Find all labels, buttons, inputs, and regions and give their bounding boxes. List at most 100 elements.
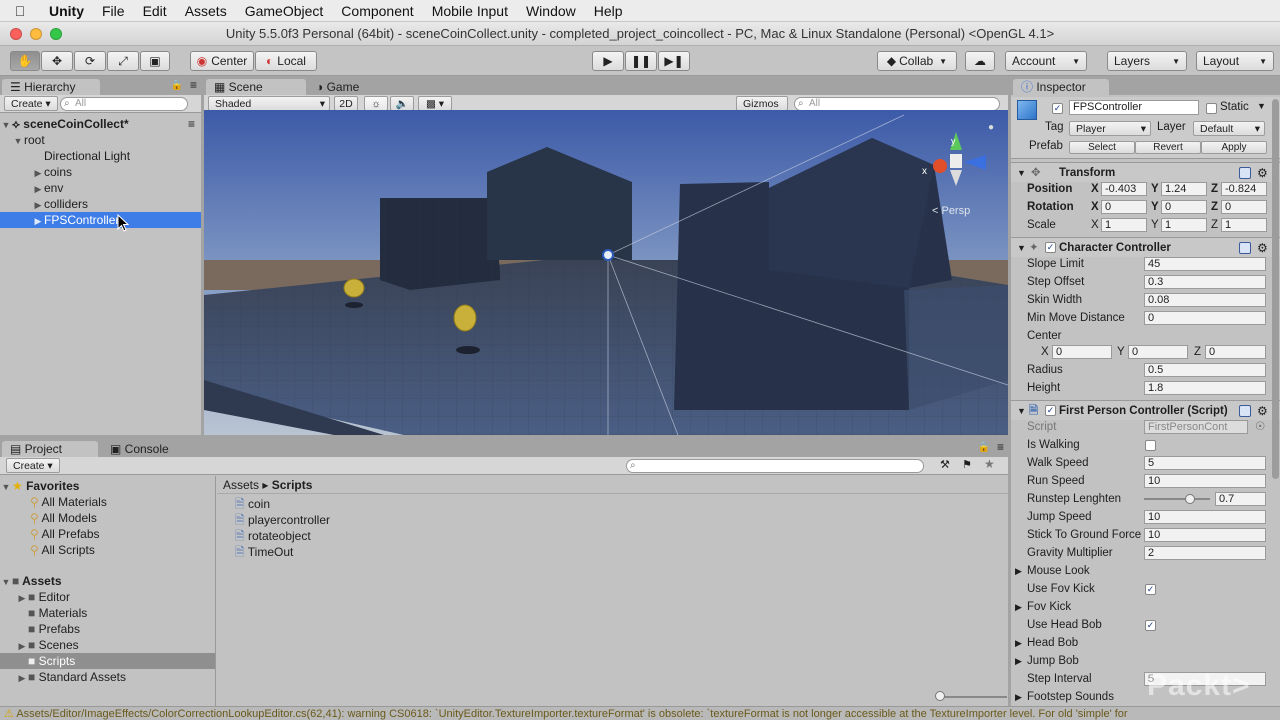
center-y-field[interactable]: 0 [1128, 345, 1188, 359]
help-book-icon[interactable] [1239, 167, 1251, 179]
scene-root-row[interactable]: ▼ ⟡ sceneCoinCollect* ≡ [0, 116, 201, 132]
shading-mode-dropdown[interactable]: Shaded ▾ [208, 96, 330, 111]
folder-scenes[interactable]: ▶ ■ Scenes [0, 637, 215, 653]
expand-triangle-icon[interactable]: ▼ [0, 574, 12, 590]
scale-z-field[interactable]: 1 [1221, 218, 1267, 232]
folder-materials[interactable]: ■ Materials [0, 605, 215, 621]
pivot-local-button[interactable]: ◐ Local [255, 51, 317, 71]
character-controller-enabled-checkbox[interactable]: ✓ [1045, 242, 1056, 253]
hierarchy-item-env[interactable]: ▶ env [0, 180, 201, 196]
rotation-z-field[interactable]: 0 [1221, 200, 1267, 214]
file-rotateobject[interactable]: 🗎 rotateobject [217, 528, 1008, 544]
menu-component[interactable]: Component [332, 3, 422, 19]
project-search-input[interactable] [626, 459, 924, 473]
fps-controller-gizmo[interactable] [602, 249, 614, 261]
stick-to-ground-field[interactable]: 10 [1144, 528, 1266, 542]
zoom-window-button[interactable] [50, 28, 62, 40]
minimize-window-button[interactable] [30, 28, 42, 40]
object-picker-icon[interactable]: ☉ [1255, 418, 1265, 436]
scene-audio-toggle[interactable]: 🔈 [390, 96, 414, 111]
center-z-field[interactable]: 0 [1205, 345, 1266, 359]
perspective-label[interactable]: < Persp [932, 205, 970, 217]
close-window-button[interactable] [10, 28, 22, 40]
tab-game[interactable]: ◑ Game [308, 79, 408, 95]
hierarchy-item-root[interactable]: ▼ root [0, 132, 201, 148]
layers-dropdown[interactable]: Layers ▼ [1107, 51, 1187, 71]
position-y-field[interactable]: 1.24 [1161, 182, 1207, 196]
center-x-field[interactable]: 0 [1052, 345, 1112, 359]
inspector-scrollbar[interactable] [1272, 99, 1279, 479]
collapsed-triangle-icon[interactable]: ▶ [32, 165, 44, 181]
layout-dropdown[interactable]: Layout ▼ [1196, 51, 1274, 71]
layer-dropdown[interactable]: Default ▾ [1193, 121, 1265, 136]
folder-standard-assets[interactable]: ▶ ■ Standard Assets [0, 669, 215, 685]
scene-viewport[interactable]: x y ● < Persp [204, 110, 1008, 435]
walk-speed-field[interactable]: 5 [1144, 456, 1266, 470]
file-playercontroller[interactable]: 🗎 playercontroller [217, 512, 1008, 528]
folder-scripts[interactable]: ■ Scripts [0, 653, 215, 669]
favorite-star-icon[interactable]: ★ [984, 457, 995, 471]
collapsed-triangle-icon[interactable]: ▶ [32, 213, 44, 229]
collapsed-triangle-icon[interactable]: ▶ [16, 670, 28, 686]
position-z-field[interactable]: -0.824 [1221, 182, 1267, 196]
mouse-look-row[interactable]: ▶ Mouse Look [1011, 562, 1280, 580]
cloud-button[interactable]: ☁ [965, 51, 995, 71]
tag-dropdown[interactable]: Player ▾ [1069, 121, 1151, 136]
static-checkbox[interactable] [1206, 103, 1217, 114]
expand-triangle-icon[interactable]: ▼ [12, 133, 24, 149]
menu-gameobject[interactable]: GameObject [236, 3, 333, 19]
expand-triangle-icon[interactable]: ▼ [0, 117, 12, 133]
use-head-bob-checkbox[interactable]: ✓ [1145, 620, 1156, 631]
collapsed-triangle-icon[interactable]: ▶ [32, 181, 44, 197]
hierarchy-search-input[interactable]: All [60, 97, 188, 111]
hand-tool-button[interactable]: ✋ [10, 51, 40, 71]
account-dropdown[interactable]: Account ▼ [1005, 51, 1087, 71]
use-fov-kick-checkbox[interactable]: ✓ [1145, 584, 1156, 595]
collapsed-triangle-icon[interactable]: ▶ [16, 590, 28, 606]
script-reference-field[interactable]: FirstPersonCont [1144, 420, 1248, 434]
tab-inspector[interactable]: ⓘ Inspector [1013, 79, 1109, 95]
is-walking-checkbox[interactable] [1145, 440, 1156, 451]
object-name-field[interactable]: FPSController [1069, 100, 1199, 115]
scene-menu-icon[interactable]: ≡ [188, 116, 195, 132]
gizmos-dropdown[interactable]: Gizmos ▾ [736, 96, 788, 124]
favorite-all-materials[interactable]: ⚲ All Materials [0, 494, 215, 510]
position-x-field[interactable]: -0.403 [1101, 182, 1147, 196]
icon-size-slider[interactable] [937, 696, 1007, 698]
favorites-header[interactable]: ▼ ★ Favorites [0, 478, 215, 494]
tab-scene[interactable]: ▦ Scene [206, 79, 306, 95]
tab-console[interactable]: ▣ Console [102, 441, 198, 457]
jump-speed-field[interactable]: 10 [1144, 510, 1266, 524]
menu-app[interactable]: Unity [40, 3, 93, 19]
skin-width-field[interactable]: 0.08 [1144, 293, 1266, 307]
lock-icon[interactable]: 🔒 [978, 442, 990, 453]
favorite-all-scripts[interactable]: ⚲ All Scripts [0, 542, 215, 558]
project-create-dropdown[interactable]: Create ▾ [6, 458, 60, 473]
panel-menu-icon[interactable]: ≡ [997, 440, 1004, 454]
prefab-apply-button[interactable]: Apply [1201, 141, 1267, 154]
collapsed-triangle-icon[interactable]: ▶ [32, 197, 44, 213]
console-status-bar[interactable]: ⚠ Assets/Editor/ImageEffects/ColorCorrec… [0, 706, 1280, 720]
menu-mobile-input[interactable]: Mobile Input [423, 3, 517, 19]
slope-limit-field[interactable]: 45 [1144, 257, 1266, 271]
prefab-revert-button[interactable]: Revert [1135, 141, 1201, 154]
menu-file[interactable]: File [93, 3, 134, 19]
file-timeout[interactable]: 🗎 TimeOut [217, 544, 1008, 560]
scene-search-input[interactable]: All [794, 97, 1000, 111]
folder-editor[interactable]: ▶ ■ Editor [0, 589, 215, 605]
scale-y-field[interactable]: 1 [1161, 218, 1207, 232]
rotation-x-field[interactable]: 0 [1101, 200, 1147, 214]
runstep-slider-thumb[interactable] [1185, 494, 1196, 504]
move-tool-button[interactable]: ✥ [41, 51, 73, 71]
scene-lighting-toggle[interactable]: ☼ [364, 96, 388, 111]
menu-edit[interactable]: Edit [134, 3, 176, 19]
foldout-closed-icon[interactable]: ▶ [1015, 652, 1022, 670]
transform-header[interactable]: ▼ ✥ Transform ⚙ [1011, 162, 1280, 182]
coin-2[interactable] [453, 304, 477, 332]
jump-bob-row[interactable]: ▶ Jump Bob [1011, 652, 1280, 670]
hierarchy-item-directional-light[interactable]: Directional Light [0, 148, 201, 164]
rotation-y-field[interactable]: 0 [1161, 200, 1207, 214]
hierarchy-item-coins[interactable]: ▶ coins [0, 164, 201, 180]
rect-tool-button[interactable]: ▣ [140, 51, 170, 71]
pause-button[interactable]: ❚❚ [625, 51, 657, 71]
